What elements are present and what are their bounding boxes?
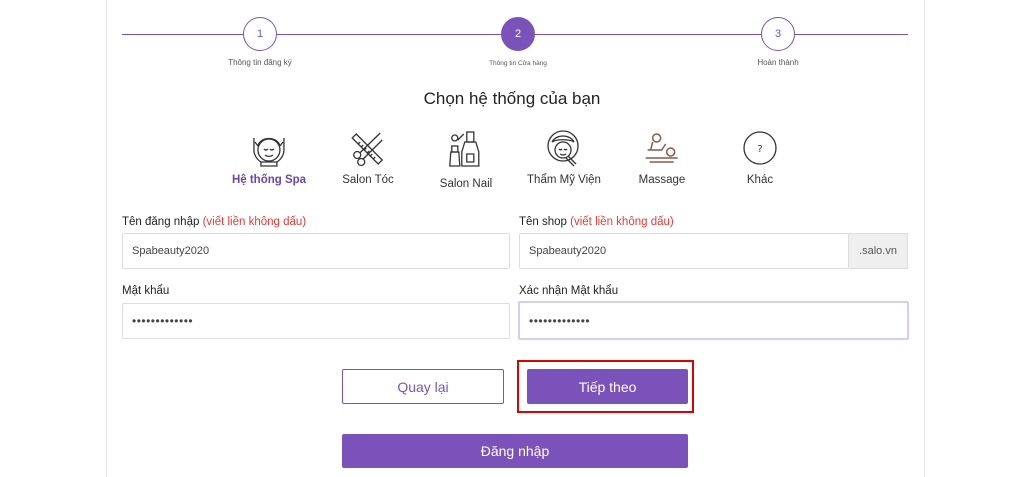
login-button[interactable]: Đăng nhập <box>342 434 688 468</box>
system-option-tham-my-vien[interactable]: Thẩm Mỹ Viện <box>527 128 601 186</box>
system-label: Salon Tóc <box>342 174 394 186</box>
stepper-line <box>795 34 908 35</box>
massage-stones-icon <box>645 133 678 163</box>
system-label: Massage <box>638 174 686 186</box>
step-3-label: Hoàn thành <box>757 58 799 67</box>
confirm-password-input[interactable]: ••••••••••••• <box>518 301 909 340</box>
page-title: Chọn hệ thống của bạn <box>423 89 601 108</box>
system-option-spa[interactable]: Hệ thống Spa <box>232 128 306 186</box>
step-2-circle[interactable]: 2 <box>501 17 535 51</box>
system-option-khac[interactable]: ? Khác <box>740 128 780 186</box>
password-input[interactable]: ••••••••••••• <box>122 303 510 339</box>
shop-name-input[interactable]: Spabeauty2020 <box>519 233 849 269</box>
system-option-salon-toc[interactable]: Salon Tóc <box>342 128 394 186</box>
question-icon: ? <box>743 131 777 165</box>
scissors-comb-icon <box>351 132 383 167</box>
spa-face-icon <box>253 137 285 167</box>
step-3-circle[interactable]: 3 <box>761 17 795 51</box>
svg-text:?: ? <box>757 144 762 155</box>
username-input[interactable]: Spabeauty2020 <box>122 233 510 269</box>
password-label: Mật khẩu <box>122 285 170 297</box>
username-hint: (viết liền không dấu) <box>202 216 307 228</box>
shop-hint: (viết liền không dấu) <box>570 216 674 228</box>
stepper-line <box>122 34 243 35</box>
system-label: Thẩm Mỹ Viện <box>527 174 601 186</box>
shop-domain-suffix: .salo.vn <box>849 233 908 269</box>
step-1-circle[interactable]: 1 <box>243 17 277 51</box>
beauty-face-icon <box>547 130 579 167</box>
system-label: Khác <box>746 174 774 186</box>
username-label: Tên đăng nhập (viết liền không dấu) <box>122 216 306 228</box>
shop-label-text: Tên shop <box>519 216 567 228</box>
system-option-massage[interactable]: Massage <box>638 128 686 186</box>
confirm-password-label: Xác nhận Mật khẩu <box>519 285 619 297</box>
system-label: Hệ thống Spa <box>231 174 307 186</box>
step-1-label: Thông tin đăng ký <box>228 58 292 67</box>
back-button[interactable]: Quay lại <box>342 369 504 404</box>
next-button-highlight <box>517 360 694 413</box>
username-label-text: Tên đăng nhập <box>122 216 200 228</box>
step-2-label: Thông tin Cửa hàng <box>489 60 547 67</box>
shop-label: Tên shop (viết liền không dấu) <box>519 216 674 228</box>
system-option-salon-nail[interactable]: Salon Nail <box>440 128 492 190</box>
system-label: Salon Nail <box>439 178 493 190</box>
nail-polish-icon <box>449 131 480 167</box>
stepper-line <box>535 34 761 35</box>
stepper-line <box>277 34 501 35</box>
